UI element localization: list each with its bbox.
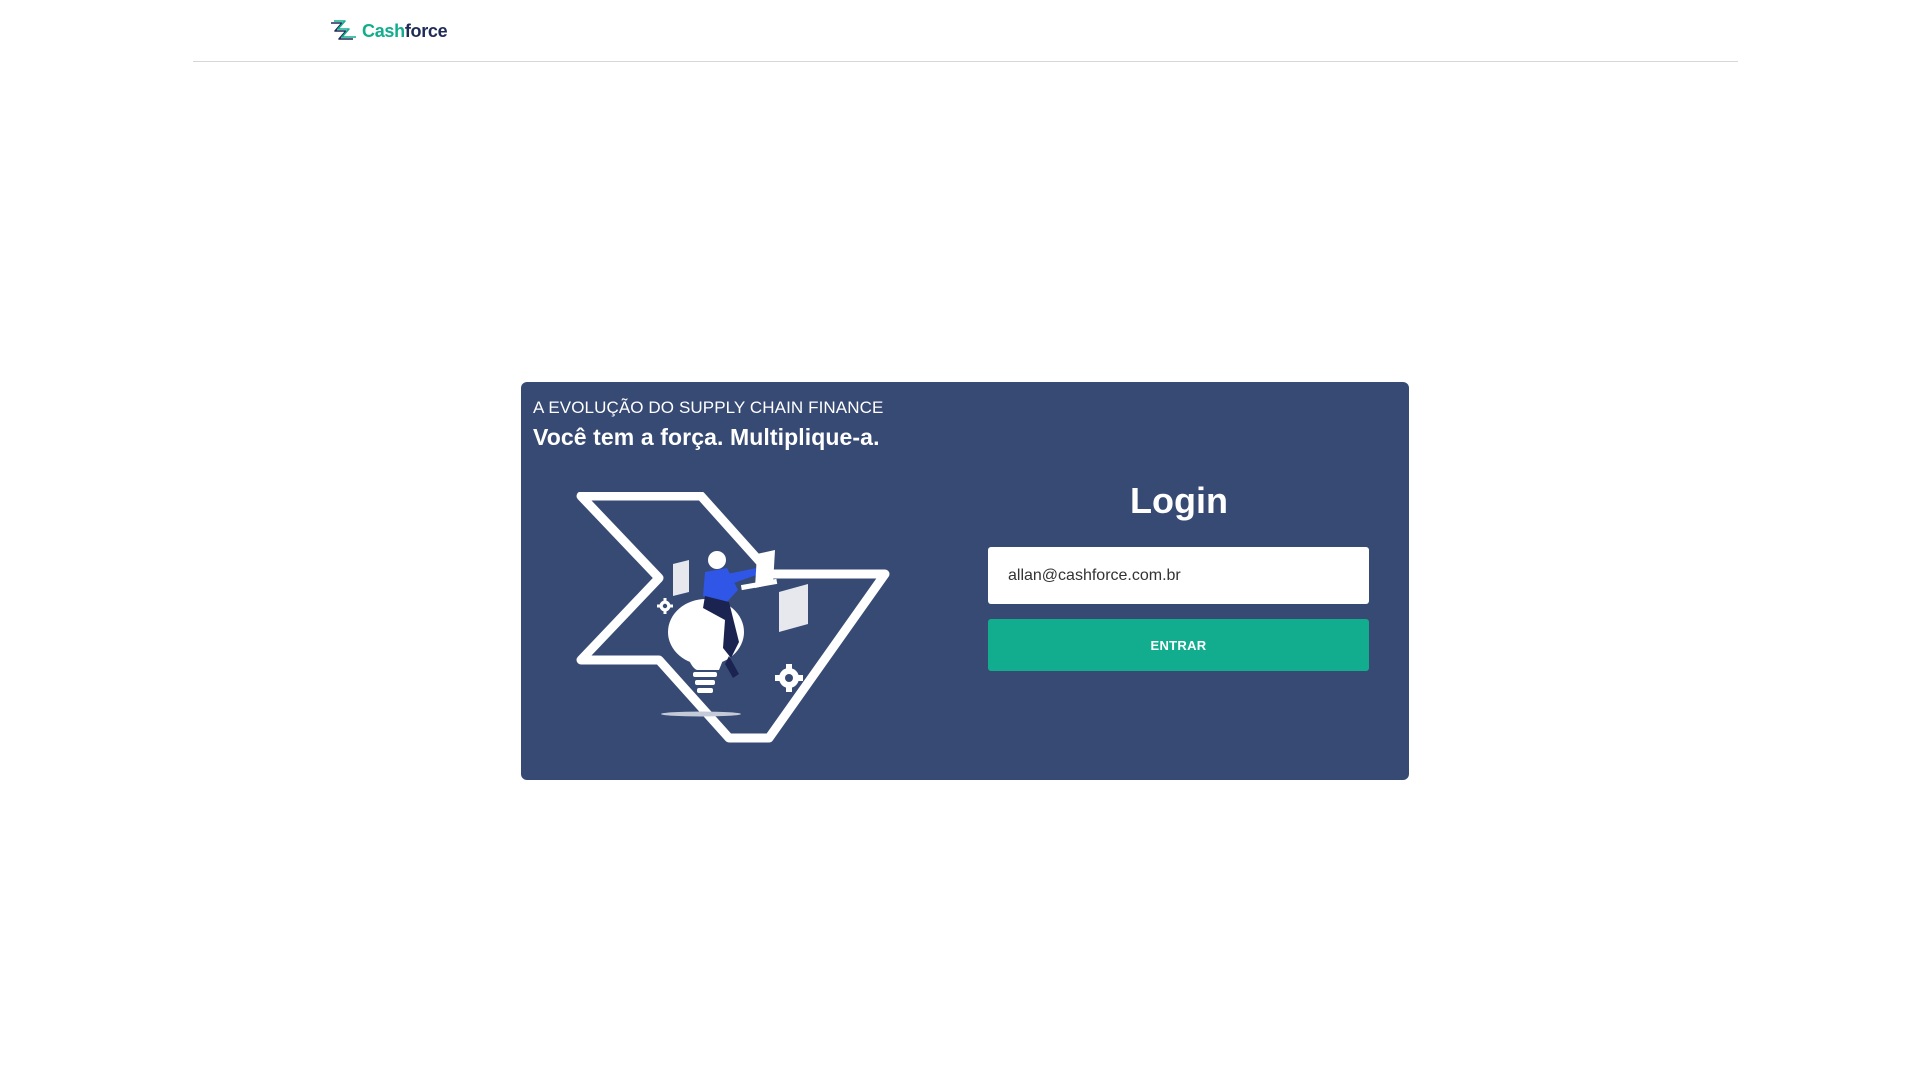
brand-name: Cashforce (362, 19, 448, 43)
gear-large-icon (775, 664, 803, 692)
brand-name-force: force (404, 21, 448, 41)
cashforce-logo-icon (331, 20, 356, 40)
brand-name-cash: Cash (362, 21, 405, 41)
person-on-lightbulb-illustration (576, 492, 890, 743)
hero-eyebrow: A EVOLUÇÃO DO SUPPLY CHAIN FINANCE (533, 398, 884, 417)
email-input[interactable] (988, 547, 1369, 604)
login-submit-button[interactable]: ENTRAR (988, 619, 1369, 671)
login-card: A EVOLUÇÃO DO SUPPLY CHAIN FINANCE Você … (521, 382, 1409, 780)
login-title: Login (1130, 480, 1228, 521)
hero-headline: Você tem a força. Multiplique-a. (533, 424, 880, 450)
brand-logo[interactable]: Cashforce (329, 18, 448, 44)
top-navbar: Cashforce (193, 0, 1738, 62)
gear-small-icon (657, 598, 673, 614)
